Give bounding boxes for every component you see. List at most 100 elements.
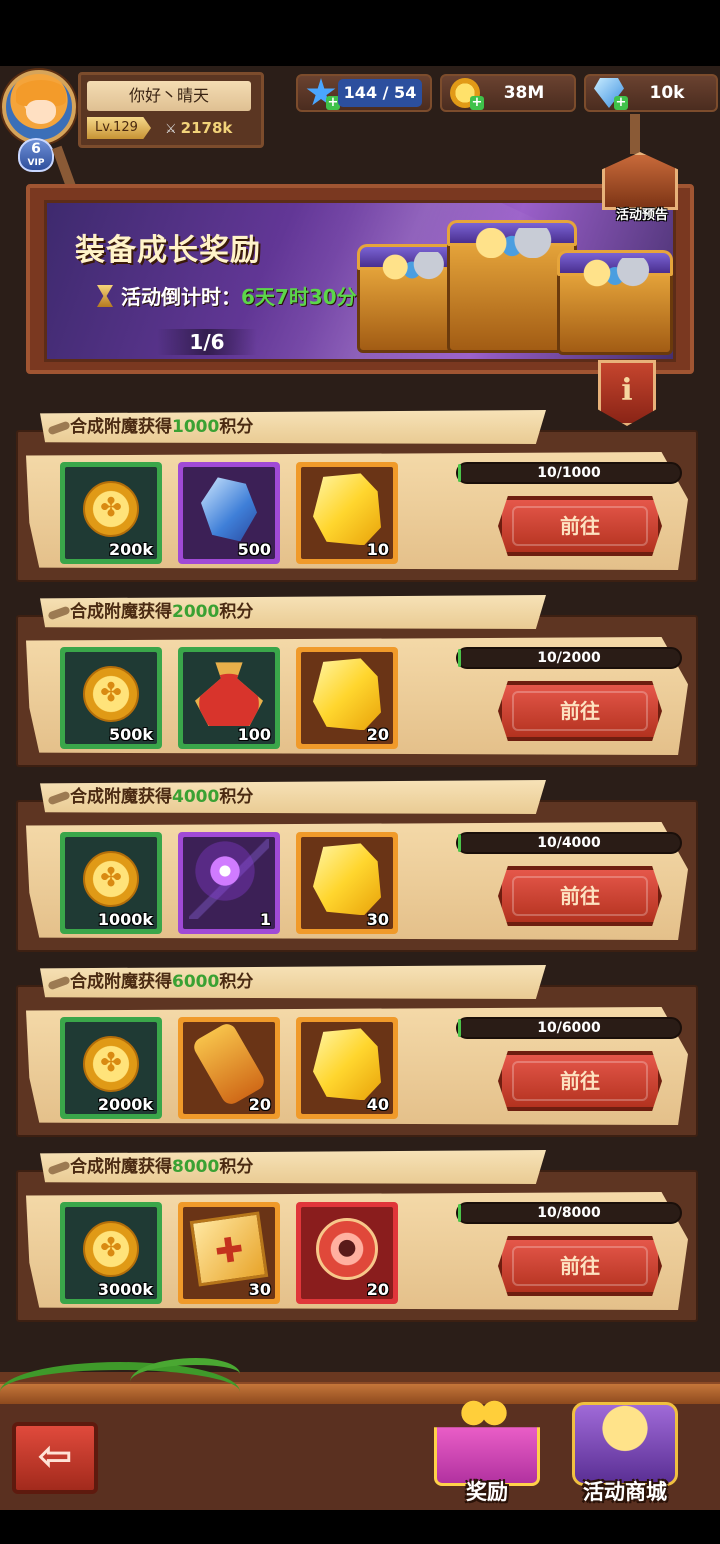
task-progress-bar: 10/8000 <box>456 1202 682 1224</box>
reward-slot[interactable]: 30 <box>296 832 398 934</box>
event-title: 装备成长奖励 <box>75 233 261 268</box>
event-screen: 6 VIP 你好丶晴天 Lv.129 ⚔ 2178k + 144 / 54 + 3… <box>0 66 720 1510</box>
task-suffix: 积分 <box>219 602 254 622</box>
reward-slot[interactable]: 30 <box>178 1202 280 1304</box>
progress-text: 10/1000 <box>537 465 601 481</box>
reward-task-row: 合成附魔获得1000积分 200k 500 10 10/1000 前往 <box>16 410 698 582</box>
go-button[interactable]: 前往 <box>498 496 662 556</box>
event-shop-tab-label: 活动商城 <box>583 1480 667 1504</box>
magic-staff-icon <box>189 839 269 920</box>
task-points: 4000 <box>172 787 220 807</box>
go-button[interactable]: 前往 <box>498 1236 662 1296</box>
reward-quantity: 30 <box>366 910 389 929</box>
reward-slot[interactable]: 500 <box>178 462 280 564</box>
go-button[interactable]: 前往 <box>498 1051 662 1111</box>
banner-rope-right <box>630 114 640 154</box>
task-title: 合成附魔获得8000积分 <box>70 1154 253 1180</box>
task-prefix: 合成附魔获得 <box>70 787 172 807</box>
task-points: 8000 <box>172 1157 220 1177</box>
event-preview-label: 活动预告 <box>615 208 668 223</box>
reward-quantity: 20 <box>366 1280 389 1299</box>
task-points: 2000 <box>172 602 220 622</box>
task-prefix: 合成附魔获得 <box>70 1157 172 1177</box>
navigation-bar <box>0 1510 720 1544</box>
progress-text: 10/4000 <box>537 835 601 851</box>
task-progress-bar: 10/2000 <box>456 647 682 669</box>
gold-ore-icon <box>313 843 381 916</box>
event-shop-tab[interactable]: 活动商城 <box>560 1396 690 1508</box>
energy-value: 144 / 54 <box>338 79 422 107</box>
combat-power: ⚔ 2178k <box>165 117 255 139</box>
gold-ore-icon <box>313 473 381 546</box>
reward-quantity: 200k <box>108 540 153 559</box>
energy-counter[interactable]: + 144 / 54 <box>296 74 432 112</box>
reward-slot[interactable]: 100 <box>178 647 280 749</box>
player-avatar[interactable]: 6 VIP <box>0 66 80 172</box>
back-button[interactable]: ⇦ <box>12 1422 98 1494</box>
task-points: 1000 <box>172 417 220 437</box>
crossed-swords-icon: ⚔ <box>165 122 177 137</box>
task-title: 合成附魔获得1000积分 <box>70 414 253 440</box>
reward-slot[interactable]: 40 <box>296 1017 398 1119</box>
hourglass-icon <box>97 285 113 307</box>
paw-token-icon <box>316 1218 378 1281</box>
diamond-counter[interactable]: + 10k <box>584 74 718 112</box>
task-suffix: 积分 <box>219 417 254 437</box>
reward-quantity: 40 <box>366 1095 389 1114</box>
hourglass-scroll-icon <box>602 152 678 210</box>
reward-slot[interactable]: 10 <box>296 462 398 564</box>
countdown-label: 活动倒计时： <box>121 285 241 309</box>
task-progress-bar: 10/4000 <box>456 832 682 854</box>
loot-bag-icon <box>195 662 263 727</box>
task-suffix: 积分 <box>219 787 254 807</box>
reward-slot[interactable]: 20 <box>296 647 398 749</box>
gold-counter[interactable]: + 38M <box>440 74 576 112</box>
reward-slot[interactable]: 20 <box>178 1017 280 1119</box>
gold-coin-icon <box>83 666 139 723</box>
task-prefix: 合成附魔获得 <box>70 602 172 622</box>
status-bar <box>0 0 720 66</box>
banner-page-indicator: 1/6 <box>157 329 257 355</box>
reward-slot[interactable]: 200k <box>60 462 162 564</box>
reward-quantity: 1000k <box>97 910 153 929</box>
reward-slot[interactable]: 500k <box>60 647 162 749</box>
reward-quantity: 3000k <box>97 1280 153 1299</box>
reward-slot[interactable]: 3000k <box>60 1202 162 1304</box>
rewards-tab-label: 奖励 <box>466 1480 508 1504</box>
task-progress-bar: 10/6000 <box>456 1017 682 1039</box>
progress-text: 10/6000 <box>537 1020 601 1036</box>
gold-ore-icon <box>313 658 381 731</box>
reward-slot[interactable]: 1 <box>178 832 280 934</box>
reward-slot[interactable]: 1000k <box>60 832 162 934</box>
reward-quantity: 500k <box>108 725 153 744</box>
reward-quantity: 500 <box>237 540 271 559</box>
rewards-tab[interactable]: 奖励 <box>422 1396 552 1508</box>
task-prefix: 合成附魔获得 <box>70 972 172 992</box>
task-progress-bar: 10/1000 <box>456 462 682 484</box>
vip-level: 6 <box>31 141 41 157</box>
banner-art: 装备成长奖励 活动倒计时：6天7时30分 1/6 <box>44 200 676 362</box>
task-title: 合成附魔获得4000积分 <box>70 784 253 810</box>
task-suffix: 积分 <box>219 972 254 992</box>
bottom-bar: ⇦ 奖励 活动商城 <box>0 1358 720 1510</box>
reward-quantity: 2000k <box>97 1095 153 1114</box>
gold-ore-icon <box>313 1028 381 1101</box>
progress-text: 10/8000 <box>537 1205 601 1221</box>
treasure-chest-icon <box>572 1402 678 1486</box>
reward-quantity: 30 <box>248 1280 271 1299</box>
spell-book-icon <box>189 1211 269 1287</box>
reward-slot[interactable]: 2000k <box>60 1017 162 1119</box>
go-button[interactable]: 前往 <box>498 866 662 926</box>
gold-coin-icon <box>83 481 139 538</box>
reward-quantity: 10 <box>366 540 389 559</box>
gold-coin-icon <box>83 1036 139 1093</box>
player-level: Lv.129 <box>87 117 151 139</box>
go-button[interactable]: 前往 <box>498 681 662 741</box>
task-title: 合成附魔获得6000积分 <box>70 969 253 995</box>
reward-slot[interactable]: 20 <box>296 1202 398 1304</box>
reward-task-row: 合成附魔获得6000积分 2000k 20 40 10/6000 前往 <box>16 965 698 1137</box>
reward-quantity: 20 <box>366 725 389 744</box>
blue-crystal-icon <box>201 477 257 542</box>
reward-task-row: 合成附魔获得4000积分 1000k 1 30 10/4000 前往 <box>16 780 698 952</box>
event-preview-button[interactable]: 活动预告 <box>598 152 686 232</box>
